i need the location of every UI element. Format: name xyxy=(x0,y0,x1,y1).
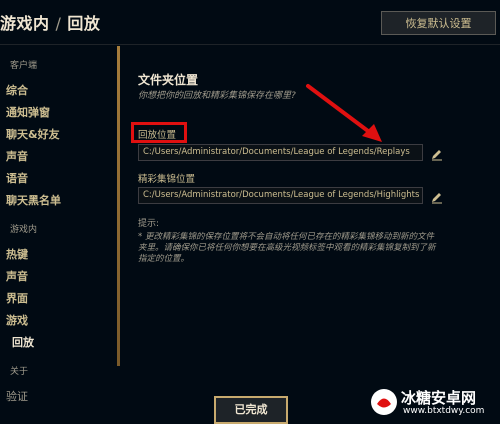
sidebar-item-chat-friends[interactable]: 聊天&好友 xyxy=(6,126,60,142)
watermark-url: www.btxtdwy.com xyxy=(403,406,485,416)
breadcrumb-parent[interactable]: 游戏内 xyxy=(0,14,50,33)
sidebar-item-sound-client[interactable]: 声音 xyxy=(6,148,28,164)
section-subtitle: 你想把你的回放和精彩集锦保存在哪里? xyxy=(138,91,296,101)
sidebar-item-sound-ingame[interactable]: 声音 xyxy=(6,268,28,284)
sidebar-item-verify[interactable]: 验证 xyxy=(6,388,28,404)
breadcrumb-separator: / xyxy=(55,14,62,33)
header: 游戏内 / 回放 恢复默认设置 xyxy=(0,0,500,45)
page-title: 回放 xyxy=(67,14,101,33)
watermark-brand: 冰糖安卓网 xyxy=(401,389,477,407)
hint-label: 提示: xyxy=(138,219,160,229)
red-highlight-box xyxy=(131,122,187,143)
sidebar-group-about: 关于 xyxy=(10,367,29,377)
sidebar-item-general[interactable]: 综合 xyxy=(6,82,28,98)
sidebar-item-hotkeys[interactable]: 热键 xyxy=(6,246,28,262)
sidebar-divider xyxy=(117,46,120,366)
watermark: 冰糖安卓网 www.btxtdwy.com xyxy=(365,385,500,420)
pencil-icon[interactable] xyxy=(430,146,444,161)
highlights-location-label: 精彩集锦位置 xyxy=(138,174,196,185)
sidebar-item-interface[interactable]: 界面 xyxy=(6,290,28,306)
sidebar: 客户端 综合 通知弹窗 聊天&好友 声音 语音 聊天黑名单 游戏内 热键 声音 … xyxy=(0,44,110,420)
sidebar-item-blocklist[interactable]: 聊天黑名单 xyxy=(6,192,61,208)
red-arrow-annotation xyxy=(306,84,382,142)
restore-defaults-button[interactable]: 恢复默认设置 xyxy=(381,11,496,35)
sidebar-item-voice[interactable]: 语音 xyxy=(6,170,28,186)
sidebar-item-replays[interactable]: 回放 xyxy=(12,334,34,350)
watermark-logo-icon xyxy=(371,389,397,415)
hint-text: * 更改精彩集锦的保存位置将不会自动将任何已存在的精彩集锦移动到新的文件夹里。请… xyxy=(138,232,436,264)
highlights-path-field[interactable]: C:/Users/Administrator/Documents/League … xyxy=(138,187,423,204)
section-title: 文件夹位置 xyxy=(138,73,199,87)
sidebar-group-client: 客户端 xyxy=(10,61,38,71)
pencil-icon[interactable] xyxy=(430,189,444,204)
sidebar-item-notifications[interactable]: 通知弹窗 xyxy=(6,104,50,120)
sidebar-group-ingame: 游戏内 xyxy=(10,225,38,235)
sidebar-item-game[interactable]: 游戏 xyxy=(6,312,28,328)
breadcrumb: 游戏内 / 回放 xyxy=(0,10,100,34)
